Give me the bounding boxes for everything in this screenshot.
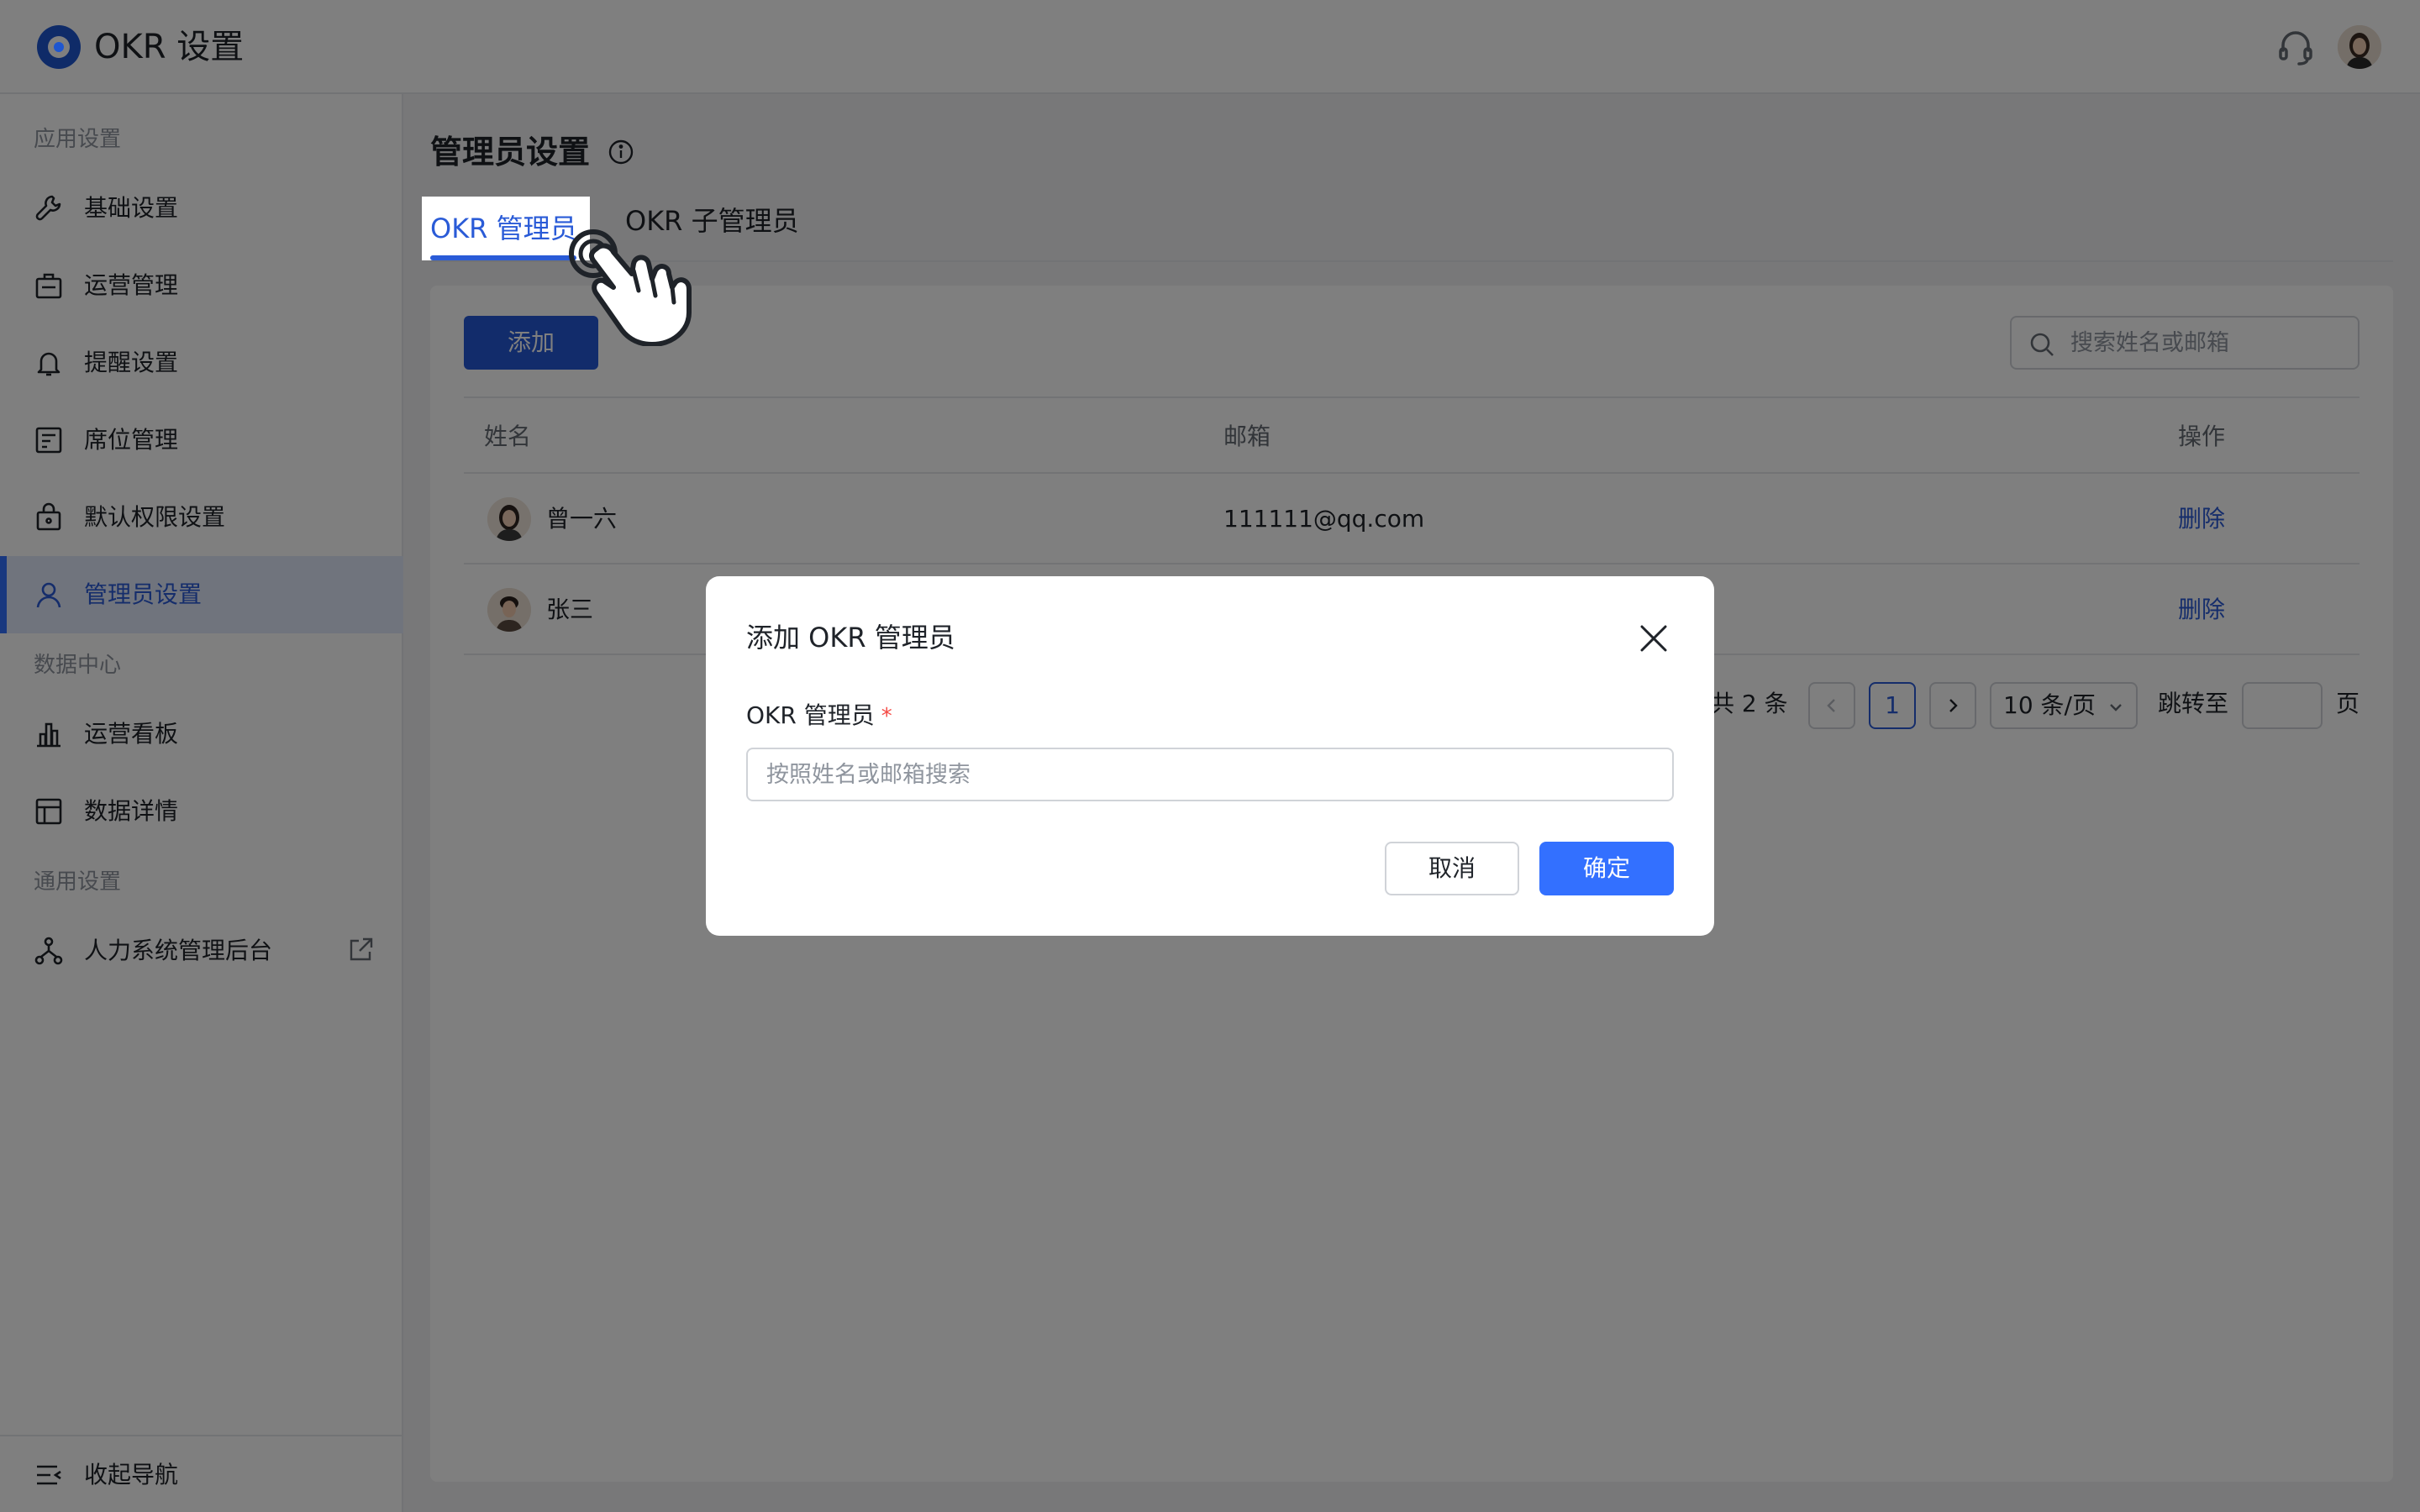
dialog-title: 添加 OKR 管理员 xyxy=(746,622,955,654)
pointer-hand-icon xyxy=(569,229,692,346)
admin-field-label-text: OKR 管理员 xyxy=(746,701,875,729)
add-admin-dialog: 添加 OKR 管理员 OKR 管理员 * 按照姓名或邮箱搜索 取消 确定 xyxy=(706,576,1714,936)
confirm-button[interactable]: 确定 xyxy=(1539,842,1674,895)
required-mark: * xyxy=(881,704,892,729)
admin-field-label: OKR 管理员 * xyxy=(746,699,892,733)
close-icon[interactable] xyxy=(1637,622,1670,655)
admin-search-input[interactable]: 按照姓名或邮箱搜索 xyxy=(746,748,1674,801)
admin-search-placeholder: 按照姓名或邮箱搜索 xyxy=(766,762,971,788)
cancel-button[interactable]: 取消 xyxy=(1385,842,1519,895)
